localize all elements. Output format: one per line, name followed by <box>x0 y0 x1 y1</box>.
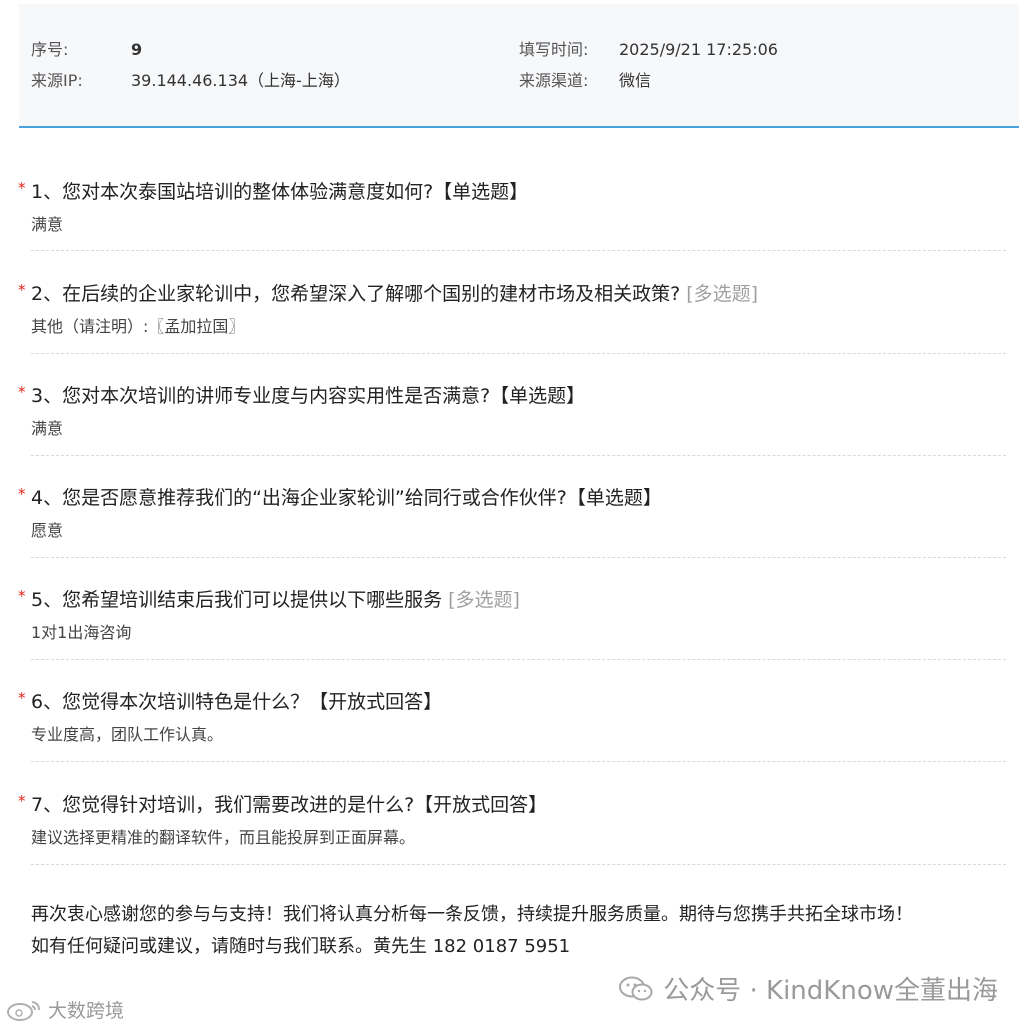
ip-value: 39.144.46.134（上海-上海） <box>131 71 350 90</box>
wechat-watermark: 公众号 · KindKnow全董出海 <box>619 970 998 1007</box>
survey-response-page: 序号: 9 来源IP: 39.144.46.134（上海-上海） 填写时间: 2… <box>0 0 1030 1030</box>
question-title: 4、您是否愿意推荐我们的“出海企业家轮训”给同行或合作伙伴?【单选题】 <box>31 487 662 509</box>
question-title: 2、在后续的企业家轮训中，您希望深入了解哪个国别的建材市场及相关政策? [多选题… <box>31 283 759 305</box>
question-title: 5、您希望培训结束后我们可以提供以下哪些服务 [多选题] <box>31 589 520 611</box>
required-star: * <box>18 485 26 503</box>
question-item-1: * 1、您对本次泰国站培训的整体体验满意度如何?【单选题】 满意 <box>18 177 1006 251</box>
question-item-2: * 2、在后续的企业家轮训中，您希望深入了解哪个国别的建材市场及相关政策? [多… <box>18 279 1006 354</box>
required-star: * <box>18 689 26 707</box>
question-answer: 满意 <box>31 419 64 438</box>
required-star: * <box>18 587 26 605</box>
question-answer: 建议选择更精准的翻译软件，而且能投屏到正面屏幕。 <box>31 828 416 847</box>
seq-label: 序号: <box>31 40 69 59</box>
required-star: * <box>18 179 26 197</box>
question-item-7: * 7、您觉得针对培训，我们需要改进的是什么?【开放式回答】 建议选择更精准的翻… <box>18 790 1006 865</box>
weibo-icon <box>7 1000 40 1021</box>
required-star: * <box>18 281 26 299</box>
question-title: 7、您觉得针对培训，我们需要改进的是什么?【开放式回答】 <box>31 794 548 816</box>
question-item-4: * 4、您是否愿意推荐我们的“出海企业家轮训”给同行或合作伙伴?【单选题】 愿意 <box>18 483 1006 558</box>
question-item-6: * 6、您觉得本次培训特色是什么？【开放式回答】 专业度高，团队工作认真。 <box>18 687 1006 762</box>
question-item-3: * 3、您对本次培训的讲师专业度与内容实用性是否满意?【单选题】 满意 <box>18 381 1006 456</box>
question-title: 1、您对本次泰国站培训的整体体验满意度如何?【单选题】 <box>31 181 529 203</box>
wechat-icon <box>619 976 653 1000</box>
ip-label: 来源IP: <box>31 71 83 90</box>
question-answer: 满意 <box>31 215 64 234</box>
question-answer: 其他（请注明）:〖孟加拉国〗 <box>31 317 245 336</box>
closing-contact: 如有任何疑问或建议，请随时与我们联系。黄先生 182 0187 5951 <box>31 936 571 957</box>
closing-message: 再次衷心感谢您的参与与支持！我们将认真分析每一条反馈，持续提升服务质量。期待与您… <box>31 899 991 963</box>
watermark2-text: 大数跨境 <box>48 1000 125 1022</box>
channel-value: 微信 <box>619 71 652 90</box>
question-answer: 愿意 <box>31 521 64 540</box>
required-star: * <box>18 792 26 810</box>
question-answer: 1对1出海咨询 <box>31 623 132 642</box>
required-star: * <box>18 383 26 401</box>
question-item-5: * 5、您希望培训结束后我们可以提供以下哪些服务 [多选题] 1对1出海咨询 <box>18 585 1006 660</box>
question-type-tag: [多选题] <box>686 283 759 305</box>
time-label: 填写时间: <box>519 40 589 59</box>
seq-value: 9 <box>131 40 143 59</box>
question-type-tag: [多选题] <box>448 589 520 611</box>
time-value: 2025/9/21 17:25:06 <box>619 40 778 59</box>
question-answer: 专业度高，团队工作认真。 <box>31 725 224 744</box>
closing-thanks: 再次衷心感谢您的参与与支持！我们将认真分析每一条反馈，持续提升服务质量。期待与您… <box>31 904 913 925</box>
weibo-watermark: 大数跨境 <box>6 996 124 1023</box>
question-title: 6、您觉得本次培训特色是什么？【开放式回答】 <box>31 691 443 713</box>
channel-label: 来源渠道: <box>519 71 589 90</box>
response-meta-panel: 序号: 9 来源IP: 39.144.46.134（上海-上海） 填写时间: 2… <box>19 4 1019 128</box>
question-title: 3、您对本次培训的讲师专业度与内容实用性是否满意?【单选题】 <box>31 385 586 407</box>
watermark-text: 公众号 · KindKnow全董出海 <box>663 976 998 1006</box>
